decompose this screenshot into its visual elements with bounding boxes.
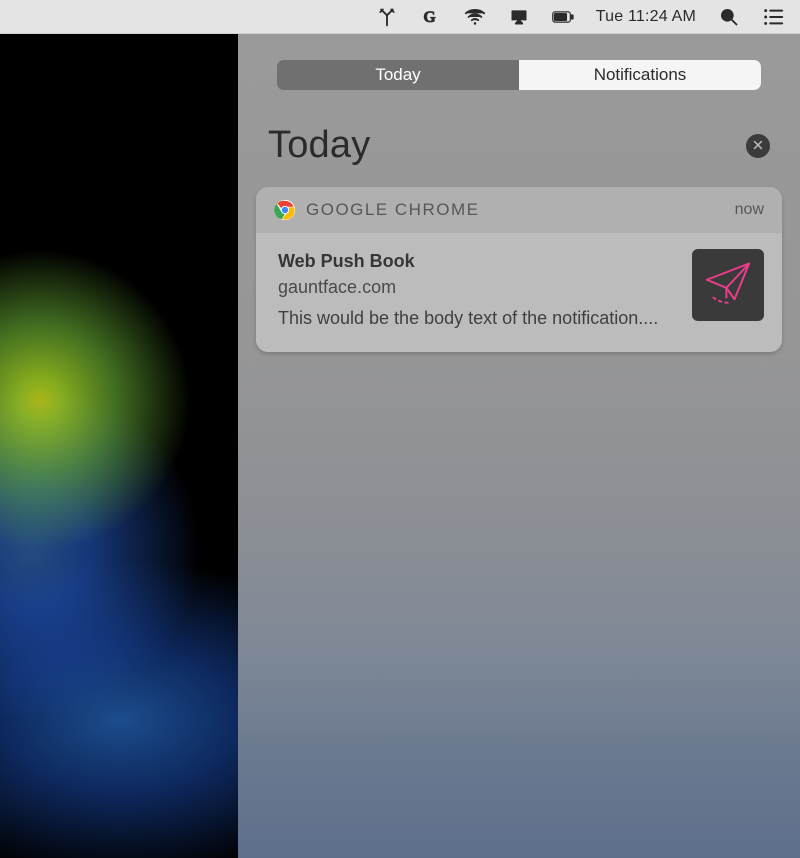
notification-timestamp: now [735, 201, 764, 219]
notification-center-toggle-icon[interactable] [762, 6, 784, 28]
segmented-control: Today Notifications [277, 60, 761, 90]
notification-body: This would be the body text of the notif… [278, 306, 676, 330]
clear-button[interactable] [746, 134, 770, 158]
notification-site: gauntface.com [278, 275, 676, 299]
close-icon [752, 139, 764, 153]
notification-image [692, 249, 764, 321]
macos-menu-bar: G Tue 11:24 AM [0, 0, 800, 34]
svg-text:G: G [424, 9, 436, 26]
notification-card-header: GOOGLE CHROME now [256, 187, 782, 233]
wifi-icon[interactable] [464, 6, 486, 28]
tab-today[interactable]: Today [277, 60, 519, 90]
notification-title: Web Push Book [278, 249, 676, 273]
notification-center-panel: Today Notifications Today GOOGLE CHROME [238, 34, 800, 858]
airplay-icon[interactable] [508, 6, 530, 28]
notification-card-body: Web Push Book gauntface.com This would b… [256, 233, 782, 352]
menubar-clock[interactable]: Tue 11:24 AM [596, 8, 696, 26]
notification-app-name: GOOGLE CHROME [306, 200, 725, 220]
menu-extra-app-icon[interactable] [376, 6, 398, 28]
spotlight-icon[interactable] [718, 6, 740, 28]
notification-card[interactable]: GOOGLE CHROME now Web Push Book gauntfac… [256, 187, 782, 352]
paper-plane-icon [702, 257, 754, 314]
segmented-control-wrap: Today Notifications [238, 34, 800, 90]
panel-heading: Today [268, 124, 370, 167]
panel-heading-row: Today [238, 90, 800, 175]
notification-text: Web Push Book gauntface.com This would b… [278, 249, 676, 330]
chrome-icon [274, 199, 296, 221]
tab-notifications[interactable]: Notifications [519, 60, 761, 90]
desktop-wallpaper [0, 0, 238, 858]
battery-icon[interactable] [552, 6, 574, 28]
google-menubar-icon[interactable]: G [420, 6, 442, 28]
